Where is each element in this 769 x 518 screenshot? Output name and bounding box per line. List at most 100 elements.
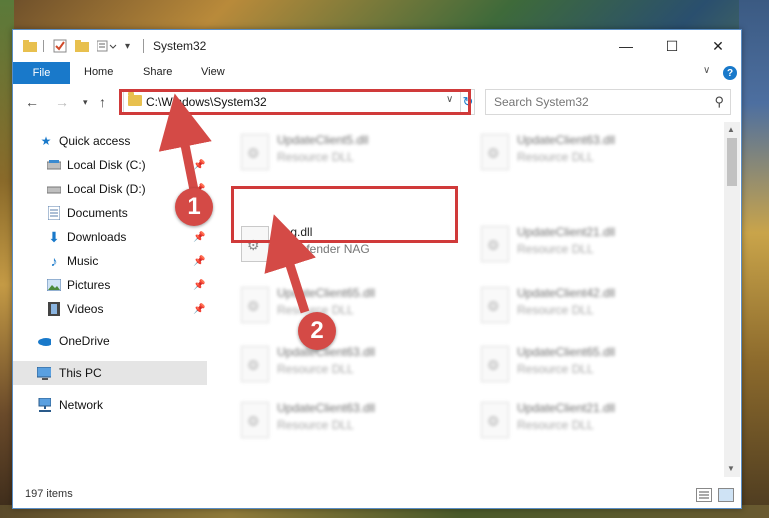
pin-icon[interactable]: 📌: [193, 280, 205, 291]
file-name: UpdateClient63.dll: [517, 133, 616, 147]
close-button[interactable]: ✕: [695, 30, 741, 62]
sidebar-item-onedrive[interactable]: OneDrive: [13, 329, 207, 353]
list-item[interactable]: UpdateClient63.dll Resource DLL: [233, 336, 463, 392]
file-description: Resource DLL: [277, 150, 354, 164]
cloud-icon: [37, 334, 51, 348]
dll-file-icon: [481, 287, 509, 323]
back-arrow-icon[interactable]: ←: [25, 94, 39, 110]
documents-icon: [47, 206, 61, 220]
pin-icon[interactable]: 📌: [193, 256, 205, 267]
dll-file-icon: [481, 226, 509, 262]
monitor-icon: [37, 366, 51, 380]
desktop-wallpaper-right: [739, 0, 769, 518]
list-item[interactable]: UpdateClient21.dll Resource DLL: [473, 392, 703, 448]
step-2-badge: 2: [298, 312, 336, 350]
music-note-icon: ♪: [50, 253, 58, 269]
forward-arrow-icon[interactable]: →: [55, 94, 69, 110]
scrollbar-thumb[interactable]: [727, 138, 737, 186]
list-item[interactable]: UpdateClient63.dll Resource DLL: [473, 124, 703, 180]
tab-home[interactable]: Home: [84, 66, 113, 78]
expand-ribbon-icon[interactable]: ∨: [703, 65, 710, 76]
download-arrow-icon: ⬇: [48, 228, 60, 245]
sidebar-item-videos[interactable]: Videos 📌: [13, 297, 207, 321]
sidebar-item-label: Network: [59, 398, 104, 412]
file-description: Resource DLL: [277, 418, 354, 432]
sidebar-item-label: Local Disk (C:): [67, 158, 146, 172]
sidebar-item-music[interactable]: ♪ Music 📌: [13, 249, 207, 273]
file-name: UpdateClient21.dll: [517, 401, 616, 415]
sidebar-item-label: Local Disk (D:): [67, 182, 146, 196]
sidebar-item-local-disk-c[interactable]: Local Disk (C:) 📌: [13, 153, 207, 177]
window-title: System32: [153, 39, 207, 53]
tab-share[interactable]: Share: [143, 66, 172, 78]
scroll-up-icon[interactable]: ▲: [727, 125, 735, 134]
list-item[interactable]: UpdateClient5.dll Resource DLL: [233, 124, 463, 180]
help-icon[interactable]: ?: [723, 66, 737, 80]
file-description: Resource DLL: [517, 242, 594, 256]
sidebar-item-quick-access[interactable]: ★ Quick access: [13, 129, 207, 153]
dll-file-icon: [241, 402, 269, 438]
file-description: Resource DLL: [277, 362, 354, 376]
status-bar: 197 items: [13, 482, 741, 508]
sidebar-item-label: Pictures: [67, 278, 111, 292]
file-list: UpdateClient5.dll Resource DLL nag.dll B…: [211, 122, 723, 477]
tab-view[interactable]: View: [201, 66, 225, 78]
dll-file-icon: [241, 346, 269, 382]
step-1-badge: 1: [175, 188, 213, 226]
dll-file-icon: [481, 346, 509, 382]
scroll-down-icon[interactable]: ▼: [727, 464, 735, 473]
address-bar-highlight: [119, 89, 471, 115]
maximize-button[interactable]: ☐: [649, 30, 695, 62]
file-description: BitDefender NAG: [277, 242, 370, 256]
file-description: Resource DLL: [517, 362, 594, 376]
pin-icon[interactable]: 📌: [193, 304, 205, 315]
recent-locations-icon[interactable]: ▾: [83, 97, 88, 108]
sidebar-item-label: Music: [67, 254, 99, 268]
list-item[interactable]: UpdateClient21.dll Resource DLL: [473, 216, 703, 272]
properties-icon[interactable]: [53, 37, 67, 55]
nag-dll-highlight: [231, 186, 458, 243]
sidebar-item-pictures[interactable]: Pictures 📌: [13, 273, 207, 297]
list-item[interactable]: UpdateClient63.dll Resource DLL: [233, 392, 463, 448]
search-box[interactable]: ⚲: [485, 89, 731, 115]
search-input[interactable]: [492, 94, 706, 110]
star-icon: ★: [40, 134, 52, 148]
minimize-button[interactable]: —: [603, 30, 649, 62]
sidebar-item-this-pc[interactable]: This PC: [13, 361, 207, 385]
tab-file[interactable]: File: [13, 62, 70, 84]
up-arrow-icon[interactable]: ↑: [99, 94, 106, 110]
details-view-icon[interactable]: [696, 488, 712, 502]
navigation-pane: ★ Quick access Local Disk (C:) 📌 Local D…: [13, 122, 207, 477]
dll-file-icon: [241, 287, 269, 323]
dll-file-icon: [481, 134, 509, 170]
new-folder-icon[interactable]: [75, 37, 89, 55]
film-icon: [47, 302, 61, 316]
customize-quick-access-icon[interactable]: [97, 37, 117, 55]
sidebar-item-network[interactable]: Network: [13, 393, 207, 417]
pictures-icon: [47, 278, 61, 292]
file-name: UpdateClient63.dll: [277, 401, 376, 415]
sidebar-item-downloads[interactable]: ⬇ Downloads 📌: [13, 225, 207, 249]
list-item[interactable]: UpdateClient42.dll Resource DLL: [473, 277, 703, 333]
pin-icon[interactable]: 📌: [193, 160, 205, 171]
sidebar-item-label: Videos: [67, 302, 104, 316]
search-icon[interactable]: ⚲: [714, 94, 724, 110]
drive-icon: [47, 158, 61, 172]
quick-access-dropdown-icon[interactable]: ▾: [125, 37, 130, 55]
list-item[interactable]: UpdateClient65.dll Resource DLL: [473, 336, 703, 392]
list-item[interactable]: UpdateClient65.dll Resource DLL: [233, 277, 463, 333]
sidebar-item-label: This PC: [59, 366, 102, 380]
large-icons-view-icon[interactable]: [718, 488, 734, 502]
quick-access-separator: [43, 40, 44, 52]
title-separator: [143, 39, 144, 53]
folder-icon: [23, 37, 37, 55]
file-description: Resource DLL: [517, 150, 594, 164]
ribbon-tabs: File Home Share View ∨ ?: [13, 62, 741, 84]
vertical-scrollbar[interactable]: ▲ ▼: [724, 122, 740, 477]
dll-file-icon: [241, 134, 269, 170]
item-count: 197 items: [25, 488, 73, 500]
drive-icon: [47, 182, 61, 196]
file-name: UpdateClient65.dll: [517, 345, 616, 359]
pin-icon[interactable]: 📌: [193, 232, 205, 243]
file-description: Resource DLL: [517, 303, 594, 317]
